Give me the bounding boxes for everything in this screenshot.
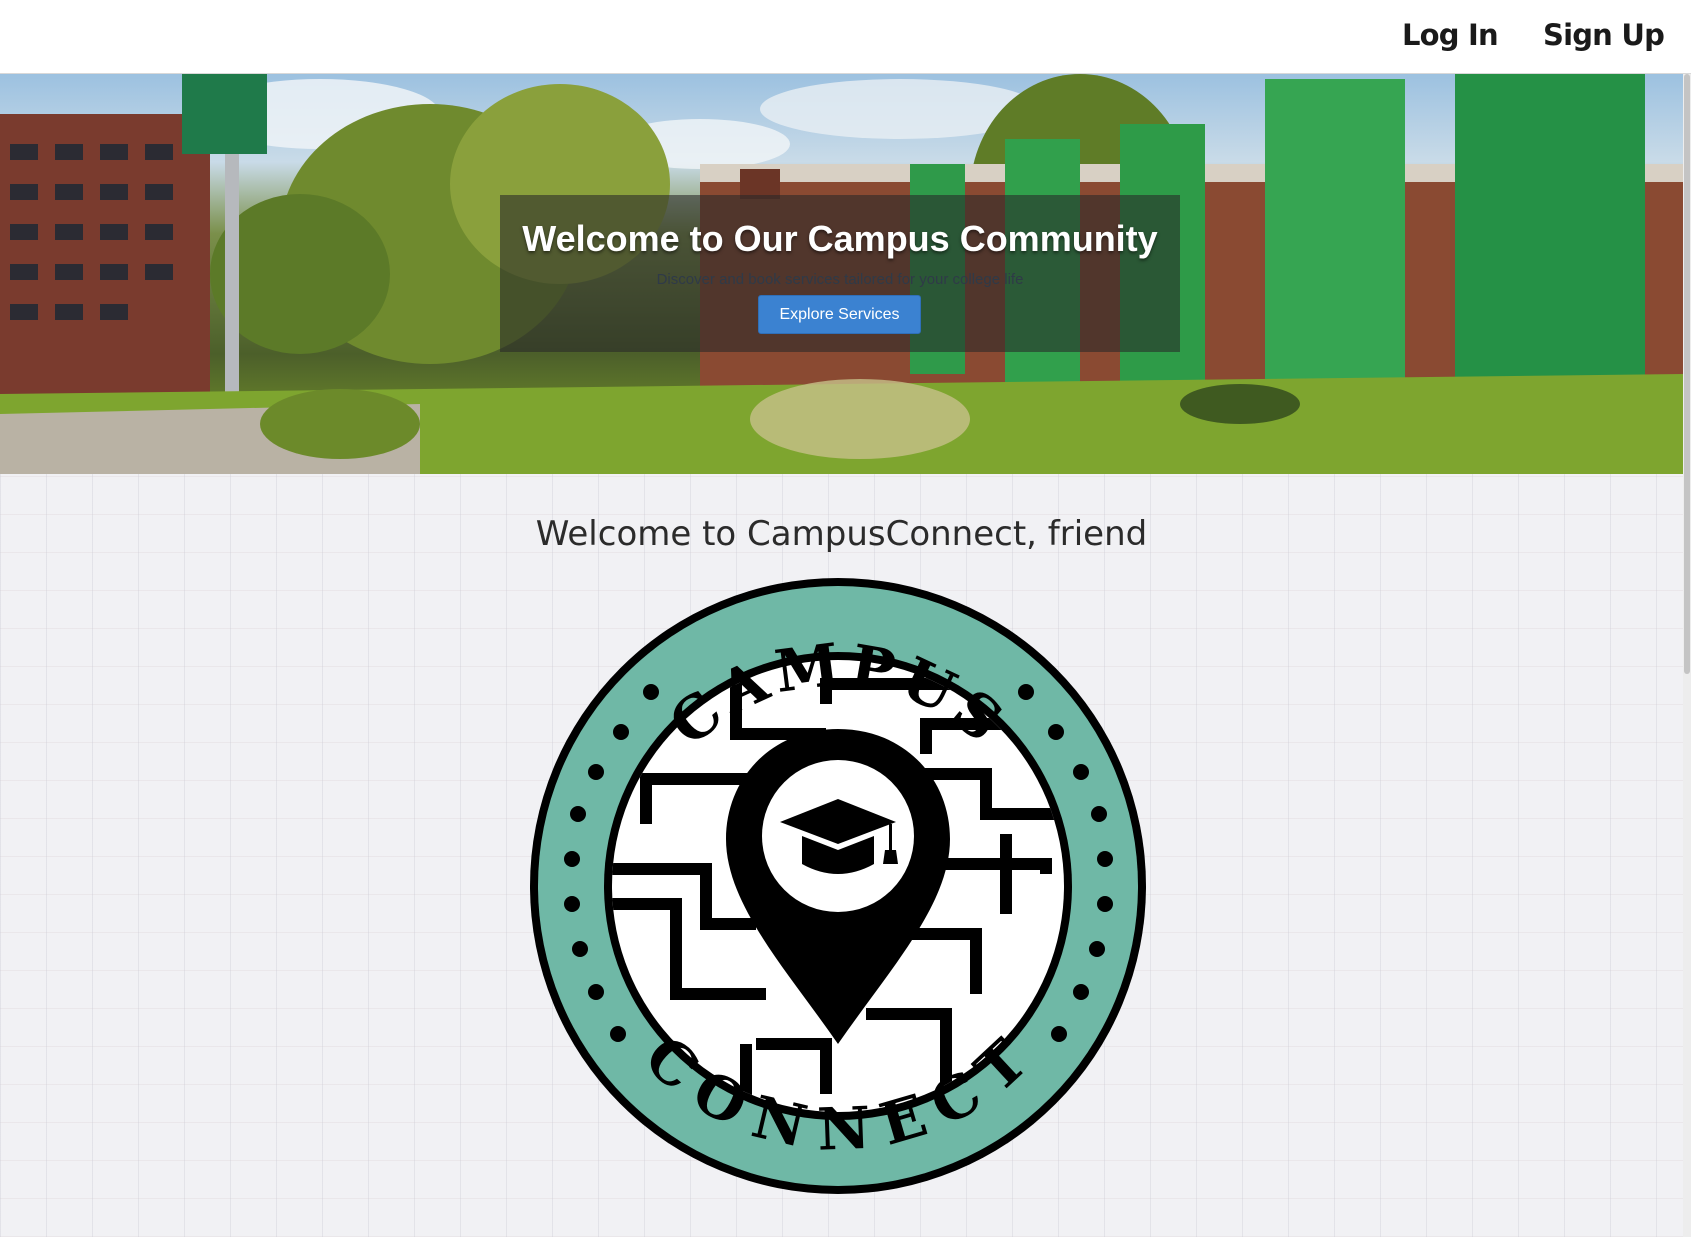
explore-services-button[interactable]: Explore Services	[758, 295, 921, 334]
top-nav: Log In Sign Up	[0, 0, 1691, 74]
login-link[interactable]: Log In	[1402, 16, 1499, 54]
main-content: Welcome to CampusConnect, friend CAMPUS …	[0, 474, 1683, 1237]
hero-subtitle: Discover and book services tailored for …	[656, 271, 1024, 288]
scrollbar-thumb[interactable]	[1684, 74, 1690, 674]
welcome-heading: Welcome to CampusConnect, friend	[535, 514, 1148, 554]
page-scrollbar[interactable]	[1683, 74, 1691, 1237]
hero-title: Welcome to Our Campus Community	[522, 218, 1158, 259]
hero-banner: Welcome to Our Campus Community Discover…	[0, 74, 1683, 474]
campusconnect-logo: CAMPUS CONNECT	[530, 578, 1146, 1194]
signup-link[interactable]: Sign Up	[1543, 16, 1665, 54]
